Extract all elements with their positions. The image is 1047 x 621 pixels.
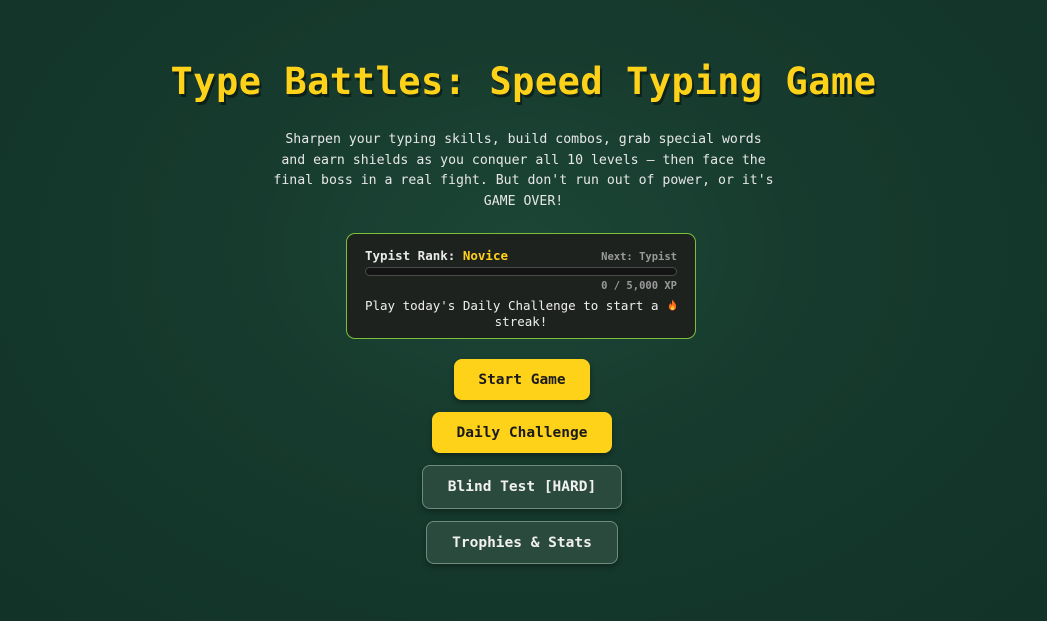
game-menu-screen: Type Battles: Speed Typing Game Sharpen … bbox=[0, 0, 1047, 621]
xp-counter: 0 / 5,000 XP bbox=[601, 280, 677, 292]
game-description: Sharpen your typing skills, build combos… bbox=[273, 132, 774, 209]
streak-message: Play today's Daily Challenge to start a … bbox=[361, 298, 681, 330]
trophies-stats-button[interactable]: Trophies & Stats bbox=[426, 521, 618, 564]
rank-header: Typist Rank: Novice Next: Typist bbox=[365, 248, 677, 263]
start-game-button[interactable]: Start Game bbox=[454, 359, 590, 400]
xp-progress-bar bbox=[365, 267, 677, 276]
blind-test-button[interactable]: Blind Test [HARD] bbox=[422, 465, 622, 509]
next-rank-label: Next: Typist bbox=[601, 251, 677, 263]
rank-card: Typist Rank: Novice Next: Typist 0 / 5,0… bbox=[346, 233, 696, 339]
daily-challenge-button[interactable]: Daily Challenge bbox=[432, 412, 612, 453]
fire-icon bbox=[668, 299, 677, 311]
rank-value: Novice bbox=[462, 248, 508, 263]
game-title: Type Battles: Speed Typing Game bbox=[170, 60, 877, 103]
rank-label: Typist Rank: Novice bbox=[365, 248, 508, 263]
